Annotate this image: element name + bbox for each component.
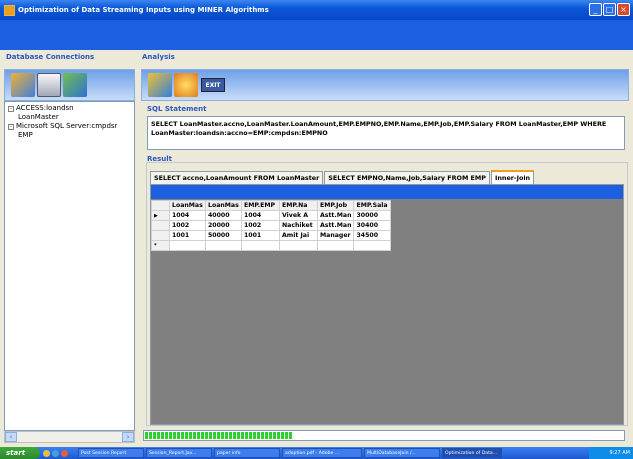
app-icon [4,4,15,16]
table-cell[interactable]: 40000 [205,210,242,221]
taskbar-item[interactable]: Optimization of Data... [442,448,502,458]
title-bar: Optimization of Data Streaming Inputs us… [0,0,633,20]
sql-statement-textbox[interactable]: SELECT LoanMaster.accno,LoanMaster.LoanA… [147,116,625,150]
connections-tree[interactable]: - ACCESS:loandsn LoanMaster - Microsoft SQ… [4,101,135,431]
quick-launch [40,447,76,459]
result-table[interactable]: LoanMas LoanMas EMP.EMP EMP.Na EMP.Job E… [151,200,391,251]
table-cell[interactable]: 30000 [353,210,391,221]
row-header[interactable] [151,230,170,241]
minimize-button[interactable]: _ [589,3,602,16]
tab-loanmaster-query[interactable]: SELECT accno,LoanAmount FROM LoanMaster [150,171,324,184]
tab-emp-query[interactable]: SELECT EMPNO,Name,Job,Salary FROM EMP [324,171,490,184]
column-header[interactable]: EMP.EMP [241,200,280,211]
table-cell[interactable]: Astt.Man [316,210,355,221]
table-row[interactable]: 1002 20000 1002 Nachiket Astt.Man 30400 [151,220,391,231]
table-cell[interactable]: 1004 [241,210,280,221]
window-controls: _ □ × [589,3,630,16]
table-cell[interactable] [279,240,318,251]
taskbar-item[interactable]: Session_Report.Jav... [146,448,212,458]
quick-launch-icon[interactable] [61,449,68,457]
quick-launch-icon[interactable] [52,449,59,457]
scroll-left-icon[interactable]: ‹ [5,432,17,442]
column-header[interactable]: EMP.Sala [353,200,391,211]
table-cell[interactable] [241,240,280,251]
taskbar-item[interactable]: Post Session Report [78,448,144,458]
table-cell[interactable]: 50000 [205,230,242,241]
table-cell[interactable] [353,240,391,251]
column-header[interactable]: EMP.Job [316,200,355,211]
tree-node-sqlserver[interactable]: - Microsoft SQL Server:cmpdsr [8,122,131,131]
exit-button[interactable]: EXIT [201,78,225,92]
result-grid[interactable]: LoanMas LoanMas EMP.EMP EMP.Na EMP.Job E… [150,184,624,425]
taskbar-item[interactable]: adoption.pdf - Adobe ... [282,448,362,458]
taskbar: start Post Session Report Session_Report… [0,447,633,459]
taskbar-item[interactable]: MultiDatabaseJoin /... [364,448,440,458]
table-cell[interactable] [316,240,355,251]
sql-statement-label: SQL Statement [147,105,207,113]
progress-bar [143,430,625,441]
table-cell[interactable]: Manager [316,230,355,241]
table-cell[interactable]: 1004 [169,210,206,221]
table-cell[interactable]: Nachiket [279,220,318,231]
connections-toolbar [4,69,135,101]
collapse-icon[interactable]: - [8,106,14,112]
query-icon[interactable] [148,73,172,97]
table-cell[interactable]: 1001 [169,230,206,241]
save-icon[interactable] [37,73,61,97]
new-row-indicator-icon: * [151,240,170,251]
system-tray-clock: 9:27 AM [589,447,633,459]
column-header[interactable]: LoanMas [205,200,242,211]
table-cell[interactable] [169,240,206,251]
refresh-icon[interactable] [63,73,87,97]
current-row-indicator-icon: ▶ [151,210,170,221]
close-button[interactable]: × [617,3,630,16]
row-header[interactable] [151,220,170,231]
tree-node-loanmaster[interactable]: LoanMaster [8,113,131,122]
scroll-right-icon[interactable]: › [122,432,134,442]
analysis-label: Analysis [142,53,175,61]
taskbar-item[interactable]: paper info [214,448,280,458]
column-header[interactable]: LoanMas [169,200,206,211]
table-cell[interactable]: 1002 [241,220,280,231]
table-cell[interactable]: 1001 [241,230,280,241]
tree-horizontal-scrollbar[interactable]: ‹ › [4,431,135,443]
start-button[interactable]: start [0,447,40,459]
table-cell[interactable] [205,240,242,251]
analysis-toolbar: EXIT [141,69,629,101]
table-row[interactable]: ▶ 1004 40000 1004 Vivek A Astt.Man 30000 [151,210,391,221]
table-cell[interactable]: Astt.Man [316,220,355,231]
table-cell[interactable]: 30400 [353,220,391,231]
collapse-icon[interactable]: - [8,124,14,130]
result-tabs: SELECT accno,LoanAmount FROM LoanMaster … [150,170,535,184]
tree-node-emp[interactable]: EMP [8,131,131,140]
new-row[interactable]: * [151,240,391,251]
table-row[interactable]: 1001 50000 1001 Amit Jai Manager 34500 [151,230,391,241]
header-banner [0,20,633,50]
window-title: Optimization of Data Streaming Inputs us… [18,6,269,14]
connect-database-icon[interactable] [11,73,35,97]
table-cell[interactable]: 1002 [169,220,206,231]
column-header[interactable]: EMP.Na [279,200,318,211]
table-cell[interactable]: 34500 [353,230,391,241]
table-cell[interactable]: Vivek A [279,210,318,221]
row-header-corner [151,200,170,211]
database-connections-label: Database Connections [6,53,95,61]
progress-fill [145,432,294,439]
quick-launch-icon[interactable] [43,449,50,457]
table-cell[interactable]: 20000 [205,220,242,231]
maximize-button[interactable]: □ [603,3,616,16]
table-cell[interactable]: Amit Jai [279,230,318,241]
tree-node-access[interactable]: - ACCESS:loandsn [8,104,131,113]
table-header-row: LoanMas LoanMas EMP.EMP EMP.Na EMP.Job E… [151,200,391,211]
tab-inner-join[interactable]: Inner-Join [490,170,535,184]
grid-caption-bar [151,185,623,199]
magic-wand-icon[interactable] [174,73,198,97]
